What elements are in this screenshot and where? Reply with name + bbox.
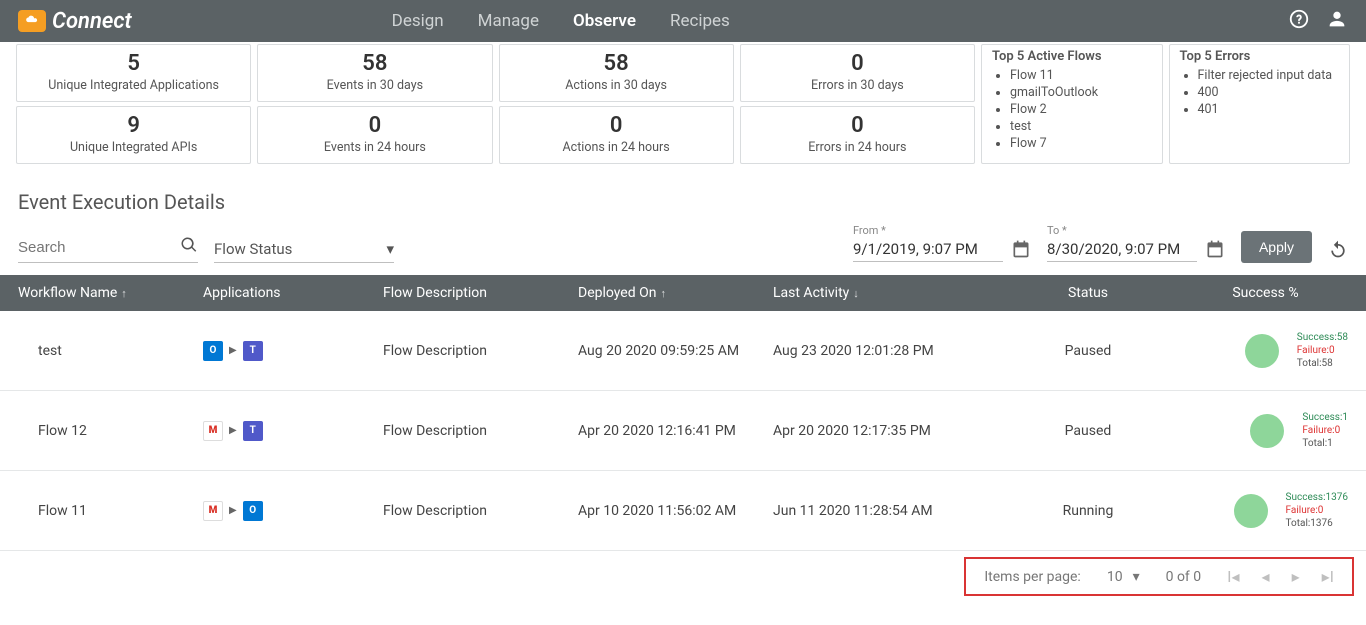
success-circle-icon [1234, 494, 1268, 528]
nav-observe[interactable]: Observe [573, 11, 636, 31]
nav-design[interactable]: Design [392, 11, 444, 31]
gmail-icon: M [203, 501, 223, 521]
top5-errors: Top 5 Errors Filter rejected input data4… [1169, 44, 1351, 164]
sort-desc-icon: ↓ [853, 287, 859, 300]
top5-flow-item[interactable]: Flow 2 [1010, 102, 1152, 117]
teams-icon: T [243, 421, 263, 441]
top5-error-item[interactable]: Filter rejected input data [1198, 68, 1340, 83]
cell-last-activity: Jun 11 2020 11:28:54 AM [773, 503, 993, 519]
page-next-icon[interactable]: ▸ [1292, 567, 1300, 586]
gmail-icon: M [203, 421, 223, 441]
stat-events-30: 58Events in 30 days [257, 44, 492, 102]
outlook-icon: O [203, 341, 223, 361]
logo[interactable]: Connect [18, 9, 132, 34]
calendar-icon[interactable] [1205, 239, 1225, 263]
col-last-activity[interactable]: Last Activity↓ [773, 285, 993, 301]
section-title: Event Execution Details [0, 164, 1366, 224]
cell-last-activity: Aug 23 2020 12:01:28 PM [773, 343, 993, 359]
from-label: From * [853, 224, 1031, 237]
stat-errors-24: 0Errors in 24 hours [740, 106, 975, 164]
to-date-input[interactable]: 8/30/2020, 9:07 PM [1047, 240, 1197, 262]
help-icon[interactable] [1288, 8, 1310, 34]
cell-applications: M ▶ T [203, 421, 383, 441]
success-circle-icon [1250, 414, 1284, 448]
search-input-wrap[interactable] [18, 236, 198, 263]
cell-flow-description: Flow Description [383, 343, 578, 359]
col-success-pct[interactable]: Success % [1183, 285, 1348, 301]
nav-manage[interactable]: Manage [478, 11, 539, 31]
outlook-icon: O [243, 501, 263, 521]
table-row[interactable]: Flow 11M ▶ O Flow DescriptionApr 10 2020 11… [0, 471, 1366, 551]
logo-text: Connect [52, 9, 132, 34]
success-circle-icon [1245, 334, 1279, 368]
top5-flow-item[interactable]: Flow 11 [1010, 68, 1152, 83]
cell-status: Paused [993, 343, 1183, 359]
stat-unique-apis: 9Unique Integrated APIs [16, 106, 251, 164]
user-icon[interactable] [1326, 8, 1348, 34]
table-row[interactable]: Flow 12M▶TFlow DescriptionApr 20 2020 12… [0, 391, 1366, 471]
arrow-right-icon: ▶ [229, 505, 237, 516]
col-deployed-on[interactable]: Deployed On↑ [578, 285, 773, 301]
col-status[interactable]: Status [993, 285, 1183, 301]
cell-status: Paused [993, 423, 1183, 439]
cell-deployed-on: Apr 20 2020 12:16:41 PM [578, 423, 773, 439]
success-stats: Success:58Failure:0Total:58 [1297, 331, 1348, 370]
top5-flow-item[interactable]: Flow 7 [1010, 136, 1152, 151]
col-flow-description[interactable]: Flow Description [383, 285, 578, 301]
flow-status-select[interactable]: Flow Status ▾ [214, 240, 394, 263]
chevron-down-icon: ▾ [1133, 569, 1140, 585]
col-applications[interactable]: Applications [203, 285, 383, 301]
logo-badge-icon [18, 10, 46, 32]
to-label: To * [1047, 224, 1225, 237]
calendar-icon[interactable] [1011, 239, 1031, 263]
success-stats: Success:1Failure:0Total:1 [1302, 411, 1348, 450]
cell-deployed-on: Apr 10 2020 11:56:02 AM [578, 503, 773, 519]
cell-success: Success:1Failure:0Total:1 [1183, 411, 1348, 450]
stat-events-24: 0Events in 24 hours [257, 106, 492, 164]
apply-button[interactable]: Apply [1241, 231, 1312, 263]
sort-asc-icon: ↑ [660, 287, 666, 300]
stat-actions-24: 0Actions in 24 hours [499, 106, 734, 164]
cell-status: Running [993, 503, 1183, 519]
sort-asc-icon: ↑ [121, 287, 127, 300]
cell-last-activity: Apr 20 2020 12:17:35 PM [773, 423, 993, 439]
top5-flow-item[interactable]: test [1010, 119, 1152, 134]
top5-flow-item[interactable]: gmailToOutlook [1010, 85, 1152, 100]
page-prev-icon[interactable]: ◂ [1262, 567, 1270, 586]
success-stats: Success:1376Failure:0Total:1376 [1286, 491, 1348, 530]
teams-icon: T [243, 341, 263, 361]
items-per-page-label: Items per page: [984, 569, 1080, 585]
items-per-page-select[interactable]: 10 ▾ [1107, 569, 1140, 585]
top5-active-flows: Top 5 Active Flows Flow 11gmailToOutlook… [981, 44, 1163, 164]
from-date-input[interactable]: 9/1/2019, 9:07 PM [853, 240, 1003, 262]
cell-deployed-on: Aug 20 2020 09:59:25 AM [578, 343, 773, 359]
cell-flow-description: Flow Description [383, 423, 578, 439]
cell-workflow-name: test [18, 343, 203, 359]
refresh-icon[interactable] [1328, 239, 1348, 263]
col-workflow-name[interactable]: Workflow Name↑ [18, 285, 203, 301]
nav-recipes[interactable]: Recipes [670, 11, 730, 31]
cell-flow-description: Flow Description [383, 503, 578, 519]
search-input[interactable] [18, 239, 180, 256]
page-range: 0 of 0 [1166, 569, 1202, 585]
page-last-icon[interactable]: ▸I [1322, 567, 1334, 586]
cell-success: Success:1376Failure:0Total:1376 [1183, 491, 1348, 530]
stat-actions-30: 58Actions in 30 days [499, 44, 734, 102]
top5-error-item[interactable]: 400 [1198, 85, 1340, 100]
cell-applications: M ▶ O [203, 501, 383, 521]
search-icon[interactable] [180, 236, 198, 258]
table-row[interactable]: testO ▶ T Flow DescriptionAug 20 2020 09:59… [0, 311, 1366, 391]
cell-applications: O ▶ T [203, 341, 383, 361]
stat-errors-30: 0Errors in 30 days [740, 44, 975, 102]
arrow-right-icon: ▶ [229, 425, 237, 436]
pagination-bar: Items per page: 10 ▾ 0 of 0 I◂ ◂ ▸ ▸I [964, 557, 1354, 596]
arrow-right-icon: ▶ [229, 345, 237, 356]
top5-error-item[interactable]: 401 [1198, 102, 1340, 117]
cell-success: Success:58Failure:0Total:58 [1183, 331, 1348, 370]
page-first-icon[interactable]: I◂ [1227, 567, 1239, 586]
cell-workflow-name: Flow 11 [18, 503, 203, 519]
chevron-down-icon: ▾ [386, 240, 394, 258]
stat-unique-apps: 5Unique Integrated Applications [16, 44, 251, 102]
cell-workflow-name: Flow 12 [18, 423, 203, 439]
